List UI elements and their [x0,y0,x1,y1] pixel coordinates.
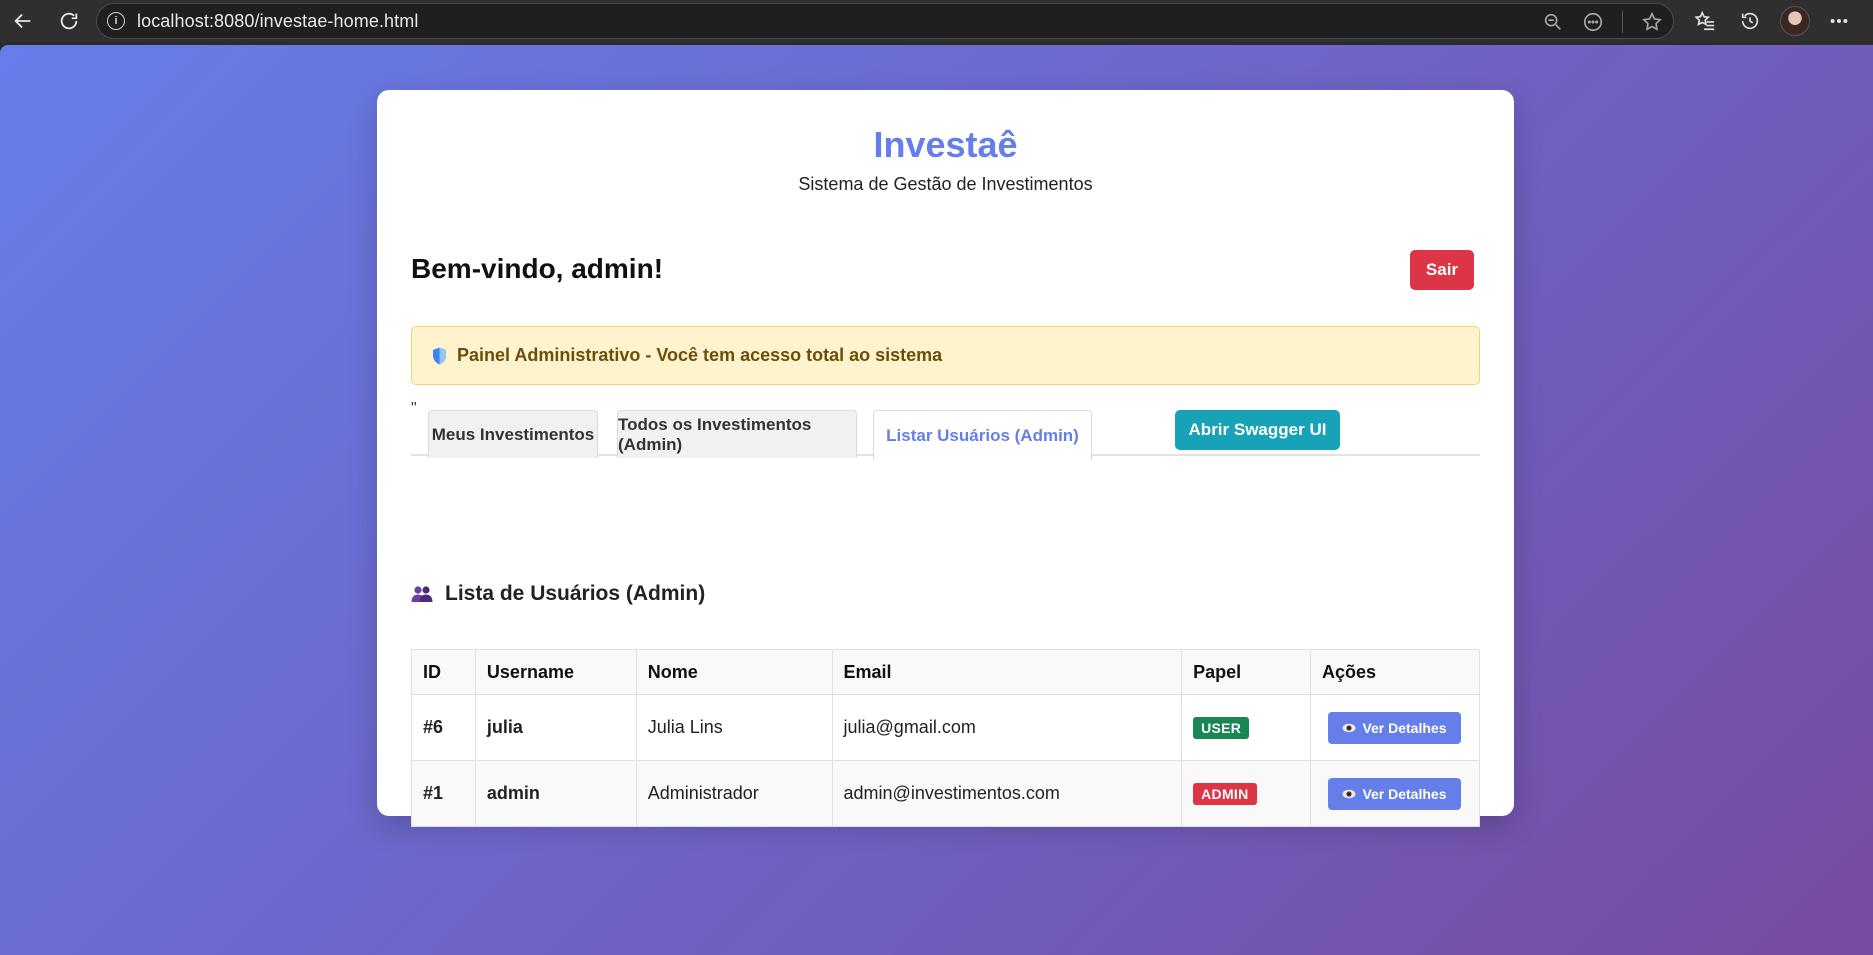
settings-more-icon[interactable] [1822,4,1856,38]
star-icon[interactable] [1641,11,1663,33]
user-email: julia@gmail.com [831,694,1183,761]
address-bar-actions [1542,4,1663,40]
user-id: #1 [411,760,476,827]
user-email: admin@investimentos.com [831,760,1183,827]
history-icon[interactable] [1733,4,1767,38]
users-section-title-text: Lista de Usuários (Admin) [445,582,706,605]
users-table: ID Username Nome Email Papel Ações #6 ju… [411,649,1481,827]
user-role-cell: USER [1181,694,1311,761]
user-role-cell: ADMIN [1181,760,1311,827]
tab-listar-usuarios[interactable]: Listar Usuários (Admin) [873,410,1092,460]
table-row: #6 julia Julia Lins julia@gmail.com USER [411,694,1481,761]
brand-subtitle: Sistema de Gestão de Investimentos [798,174,1093,194]
more-options-circle-icon[interactable] [1582,11,1604,33]
admin-panel-banner: Painel Administrativo - Você tem acesso … [411,326,1480,385]
users-section-title: Lista de Usuários (Admin) [411,582,705,606]
column-header: Papel [1181,649,1311,695]
view-details-button[interactable]: Ver Detalhes [1327,777,1461,810]
user-username: admin [474,760,637,827]
swagger-ui-button[interactable]: Abrir Swagger UI [1175,410,1340,450]
tab-meus-investimentos[interactable]: Meus Investimentos [428,410,598,458]
column-header: Username [474,649,637,695]
divider [1622,11,1623,33]
site-info-icon[interactable]: i [107,12,125,30]
user-username: julia [474,694,637,761]
user-id: #6 [411,694,476,761]
user-actions-cell: Ver Detalhes [1309,760,1481,827]
user-actions-cell: Ver Detalhes [1309,694,1481,761]
users-icon [411,586,433,602]
tab-todos-investimentos[interactable]: Todos os Investimentos (Admin) [617,410,857,458]
eye-icon [1342,723,1356,732]
brand-title: Investaê [873,124,1018,165]
page-background: Investaê Sistema de Gestão de Investimen… [0,45,1873,955]
back-icon[interactable] [6,4,40,38]
refresh-icon[interactable] [52,4,86,38]
view-details-label: Ver Detalhes [1362,719,1447,736]
admin-banner-text: Painel Administrativo - Você tem acesso … [457,345,943,365]
favorites-icon[interactable] [1688,4,1722,38]
address-bar[interactable]: i localhost:8080/investae-home.html [96,3,1674,39]
column-header: Ações [1309,649,1481,695]
zoom-out-icon[interactable] [1542,11,1564,33]
url-text[interactable]: localhost:8080/investae-home.html [137,11,418,32]
main-card: Investaê Sistema de Gestão de Investimen… [377,90,1514,827]
view-details-button[interactable]: Ver Detalhes [1327,711,1461,744]
role-badge: ADMIN [1193,782,1257,805]
user-name: Administrador [635,760,833,827]
view-details-label: Ver Detalhes [1362,785,1447,802]
table-header-row: ID Username Nome Email Papel Ações [411,649,1481,695]
role-badge: USER [1193,716,1250,739]
browser-toolbar: i localhost:8080/investae-home.html [0,0,1873,42]
eye-icon [1342,789,1356,798]
column-header: Nome [635,649,833,695]
column-header: ID [411,649,476,695]
user-name: Julia Lins [635,694,833,761]
column-header: Email [831,649,1183,695]
welcome-heading: Bem-vindo, admin! [411,253,664,284]
logout-button[interactable]: Sair [1410,250,1474,290]
shield-icon [433,347,446,364]
tab-bar: Meus Investimentos Todos os Investimento… [411,410,1480,460]
table-row: #1 admin Administrador admin@investiment… [411,760,1481,827]
profile-avatar[interactable] [1780,6,1810,36]
